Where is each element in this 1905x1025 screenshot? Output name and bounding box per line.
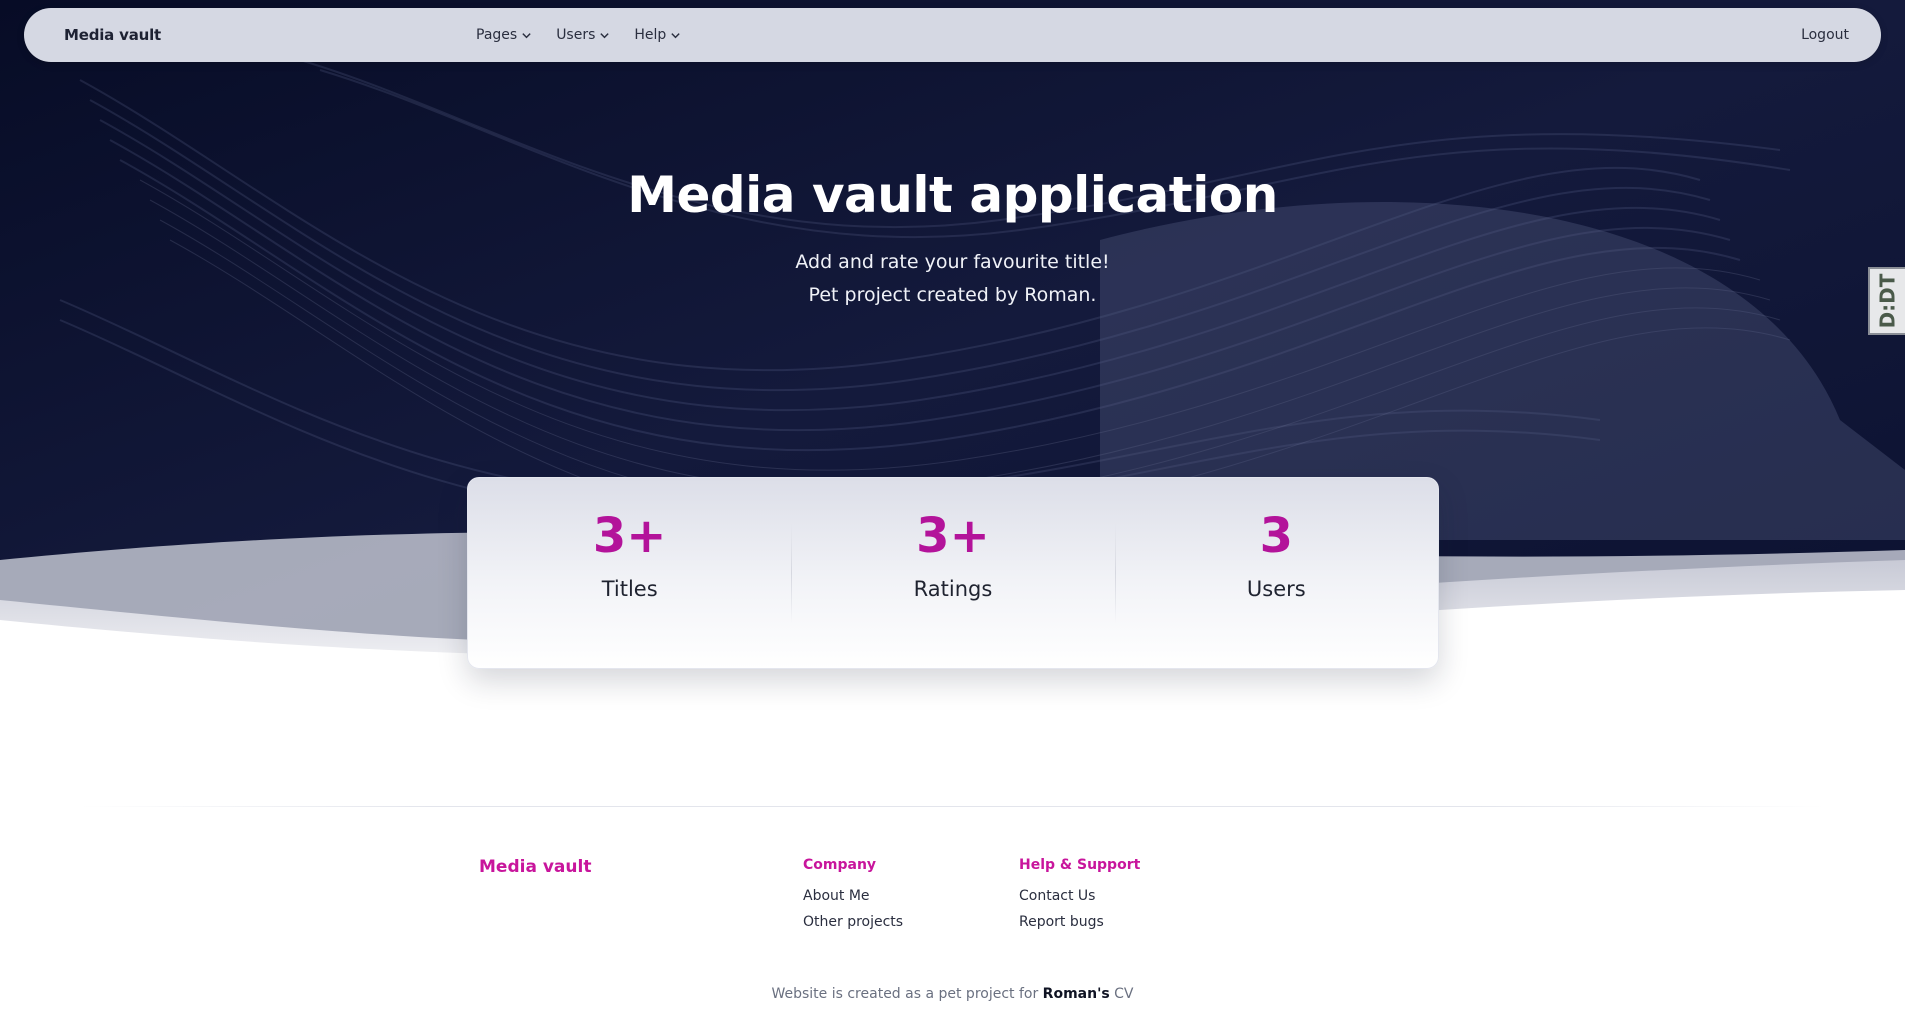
credit-cv-link[interactable]: Roman's [1043,986,1110,1002]
stats-card: 3+ Titles 3+ Ratings 3 Users [467,477,1439,669]
footer-company-column: Company About Me Other projects [803,857,903,935]
nav-links: Pages Users Help [476,8,681,62]
stat-ratings: 3+ Ratings [791,478,1114,668]
nav-users-dropdown[interactable]: Users [556,27,610,43]
hero-subtitle-line2: Pet project created by Roman. [808,284,1097,306]
debug-toolbar-tab[interactable]: D:DT [1868,267,1905,335]
footer-company-heading: Company [803,857,877,873]
page: Media vault Pages Users Help Logout Medi… [0,0,1905,1025]
footer-help-heading: Help & Support [1019,857,1141,873]
footer-link-contact-us[interactable]: Contact Us [1019,883,1140,909]
footer-help-column: Help & Support Contact Us Report bugs [1019,857,1140,935]
nav-help-dropdown[interactable]: Help [634,27,681,43]
stat-users: 3 Users [1114,478,1438,668]
top-navbar: Media vault Pages Users Help Logout [24,8,1881,62]
nav-pages-dropdown[interactable]: Pages [476,27,532,43]
credit-prefix: Website is created as a pet project for [771,986,1043,1002]
footer-link-other-projects[interactable]: Other projects [803,909,903,935]
hero-title: Media vault application [627,166,1278,224]
nav-pages-label: Pages [476,27,518,43]
footer-brand[interactable]: Media vault [479,857,591,877]
nav-help-label: Help [634,27,667,43]
stat-titles: 3+ Titles [468,478,791,668]
footer-credit: Website is created as a pet project for … [0,986,1905,1002]
chevron-down-icon [671,32,681,38]
debug-toolbar-label: D:DT [1875,273,1900,329]
stat-value: 3+ [592,508,667,564]
chevron-down-icon [522,32,531,38]
hero-subtitle-line1: Add and rate your favourite title! [795,251,1110,273]
hero-subtitle: Add and rate your favourite title! Pet p… [0,246,1905,312]
credit-suffix: CV [1109,986,1134,1002]
stat-label: Titles [601,576,658,601]
footer-divider [80,806,1825,807]
stat-label: Ratings [913,576,993,601]
stat-label: Users [1246,576,1306,601]
logout-link[interactable]: Logout [1801,8,1849,62]
stat-value: 3 [1259,508,1294,564]
navbar-brand[interactable]: Media vault [64,8,161,62]
stat-value: 3+ [916,508,990,564]
footer-link-report-bugs[interactable]: Report bugs [1019,909,1140,935]
footer-link-about-me[interactable]: About Me [803,883,903,909]
chevron-down-icon [600,32,610,38]
nav-users-label: Users [556,27,596,43]
